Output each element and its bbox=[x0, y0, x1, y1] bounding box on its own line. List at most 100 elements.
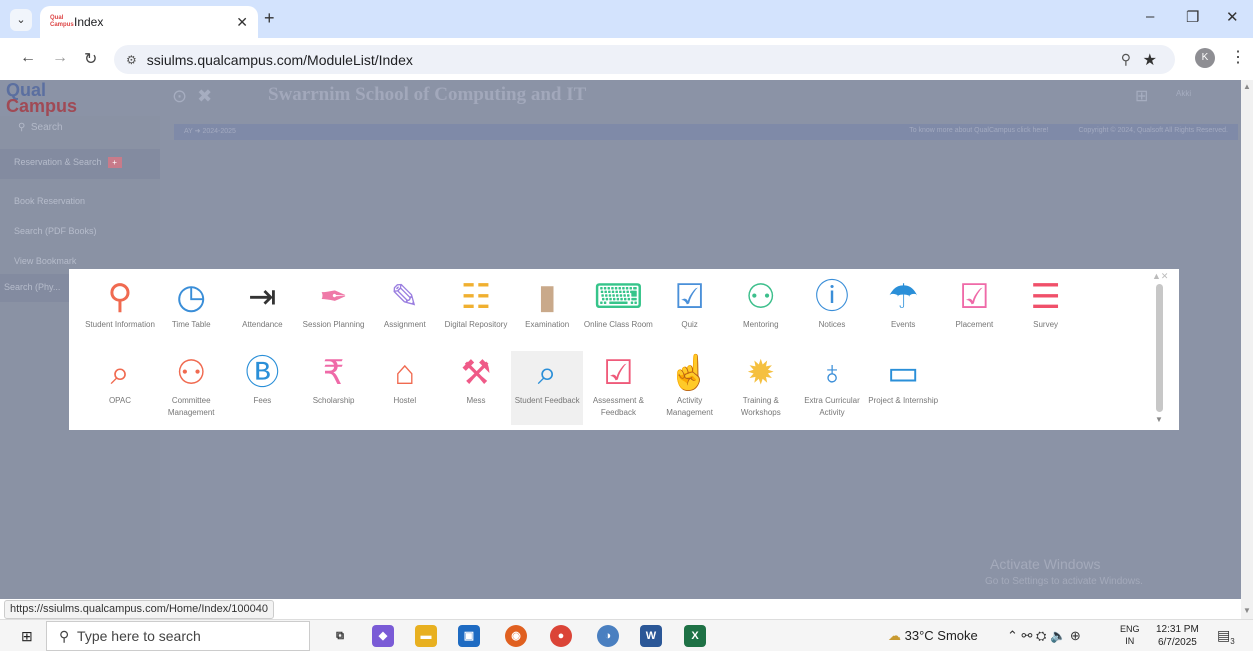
excel-icon[interactable]: X bbox=[684, 625, 706, 647]
modal-scroll-down-icon[interactable]: ▼ bbox=[1155, 415, 1163, 424]
app-assignment[interactable]: ✎ Assignment bbox=[369, 275, 441, 349]
copilot-icon[interactable]: ◆ bbox=[372, 625, 394, 647]
app-committee-management[interactable]: ⚇ Committee Management bbox=[155, 351, 227, 425]
app-survey[interactable]: ☰ Survey bbox=[1010, 275, 1082, 349]
sidebar-item-search-pdf-books[interactable]: Search (PDF Books) bbox=[14, 226, 97, 236]
tab-search-dropdown-icon[interactable]: ⌄ bbox=[10, 9, 32, 31]
menu-kebab-icon[interactable]: ⋮ bbox=[1230, 47, 1246, 67]
forward-icon[interactable]: → bbox=[52, 49, 68, 67]
laptop-icon: ▭ bbox=[887, 354, 920, 392]
app-label: Assignment bbox=[383, 320, 426, 329]
site-info-icon[interactable]: ⚙ bbox=[126, 53, 137, 67]
app-online-class-room[interactable]: ⌨ Online Class Room bbox=[582, 275, 654, 349]
app-mess[interactable]: ⚒ Mess bbox=[440, 351, 512, 425]
notification-icon[interactable]: ▤3 bbox=[1217, 627, 1235, 646]
app-examination[interactable]: ▮ Examination bbox=[511, 275, 583, 349]
app-scholarship[interactable]: ₹ Scholarship bbox=[298, 351, 370, 425]
add-badge[interactable]: + bbox=[107, 157, 122, 168]
app-project-internship[interactable]: ▭ Project & Internship bbox=[867, 351, 939, 425]
sidebar-item-view-bookmark[interactable]: View Bookmark bbox=[14, 256, 76, 266]
chrome-profile-icon[interactable]: ◑ bbox=[597, 625, 619, 647]
bookmark-star-icon[interactable]: ★ bbox=[1143, 50, 1157, 70]
academic-year: AY ➜ 2024-2025 bbox=[184, 128, 236, 135]
modal-close-icon[interactable]: ▲✕ bbox=[1152, 271, 1168, 282]
app-label: Examination bbox=[525, 320, 570, 329]
app-extra-curricular-activity[interactable]: ♁ Extra Curricular Activity bbox=[796, 351, 868, 425]
tab-title: Index bbox=[74, 15, 104, 29]
back-icon[interactable]: ← bbox=[20, 49, 36, 67]
reload-icon[interactable]: ↻ bbox=[84, 49, 97, 69]
system-tray[interactable]: ⌃ ⚯ ⛭ 🔈 ⊕ bbox=[1007, 628, 1081, 644]
activate-windows-title: Activate Windows bbox=[990, 556, 1101, 572]
apps-grid-icon[interactable]: ⊞ bbox=[1135, 86, 1148, 106]
app-student-feedback[interactable]: ⌕ Student Feedback bbox=[511, 351, 584, 425]
info-bar: AY ➜ 2024-2025 To know more about QualCa… bbox=[174, 124, 1238, 140]
restore-icon[interactable]: ❐ bbox=[1186, 8, 1199, 26]
app-placement[interactable]: ☑ Placement bbox=[938, 275, 1010, 349]
new-tab-icon[interactable]: + bbox=[264, 8, 275, 29]
app-label: OPAC bbox=[108, 396, 132, 405]
app-fees[interactable]: Ⓑ Fees bbox=[226, 351, 298, 425]
close-tab-icon[interactable]: ✕ bbox=[236, 14, 248, 31]
tab-strip: ⌄ Qual Campus Index ✕ + – ❐ ✕ bbox=[0, 0, 1253, 38]
app-label: Training & Workshops bbox=[740, 396, 781, 417]
app-label: Activity Management bbox=[666, 396, 713, 417]
sidebar-item-reservation-search[interactable]: Reservation & Search + bbox=[0, 149, 160, 179]
app-hostel[interactable]: ⌂ Hostel bbox=[369, 351, 441, 425]
group-icon: ⚇ bbox=[175, 354, 207, 392]
app-label: Time Table bbox=[171, 320, 211, 329]
app-assessment-feedback[interactable]: ☑ Assessment & Feedback bbox=[582, 351, 654, 425]
chrome-icon[interactable]: ● bbox=[550, 625, 572, 647]
exclamation-icon: ⓘ bbox=[815, 278, 849, 316]
scroll-down-icon[interactable]: ▼ bbox=[1243, 606, 1251, 615]
weather-widget[interactable]: ☁ 33°C Smoke bbox=[888, 628, 978, 644]
zoom-icon[interactable]: ⚲ bbox=[1121, 51, 1131, 68]
app-label: Student Information bbox=[85, 320, 155, 329]
modal-scrollbar[interactable] bbox=[1156, 284, 1163, 412]
app-session-planning[interactable]: ✒ Session Planning bbox=[298, 275, 370, 349]
app-label: Events bbox=[890, 320, 916, 329]
firefox-icon[interactable]: ◉ bbox=[505, 625, 527, 647]
header-toggle-icons[interactable]: ⊙ ✖ bbox=[172, 86, 212, 107]
know-more-link[interactable]: To know more about QualCampus click here… bbox=[909, 127, 1048, 137]
app-attendance[interactable]: ⇥ Attendance bbox=[226, 275, 298, 349]
language-indicator[interactable]: ENG IN bbox=[1120, 623, 1140, 647]
status-url: https://ssiulms.qualcampus.com/Home/Inde… bbox=[4, 600, 275, 619]
rupee-icon: ₹ bbox=[322, 354, 345, 392]
address-bar[interactable]: ⚙ ssiulms.qualcampus.com/ModuleList/Inde… bbox=[114, 45, 1175, 74]
taskbar-search[interactable]: ⚲ Type here to search bbox=[46, 621, 310, 651]
file-explorer-icon[interactable]: ▬ bbox=[415, 625, 437, 647]
word-icon[interactable]: W bbox=[640, 625, 662, 647]
app-label: Project & Internship bbox=[868, 396, 939, 405]
app-time-table[interactable]: ◷ Time Table bbox=[155, 275, 227, 349]
browser-tab[interactable]: Qual Campus Index ✕ bbox=[40, 6, 258, 38]
app-events[interactable]: ☂ Events bbox=[867, 275, 939, 349]
profile-avatar[interactable]: K bbox=[1195, 48, 1215, 68]
person-icon: ⚲ bbox=[107, 278, 133, 316]
app-digital-repository[interactable]: ☷ Digital Repository bbox=[440, 275, 512, 349]
app-label: Digital Repository bbox=[444, 320, 508, 329]
user-name[interactable]: Akki bbox=[1176, 89, 1191, 98]
app-student-information[interactable]: ⚲ Student Information bbox=[84, 275, 156, 349]
task-view-icon[interactable]: ⧉ bbox=[329, 625, 351, 647]
store-icon[interactable]: ▣ bbox=[458, 625, 480, 647]
app-label: Attendance bbox=[242, 320, 283, 329]
document-icon: ☷ bbox=[460, 278, 492, 316]
clock[interactable]: 12:31 PM 6/7/2025 bbox=[1156, 623, 1199, 649]
app-quiz[interactable]: ☑ Quiz bbox=[654, 275, 726, 349]
scroll-up-icon[interactable]: ▲ bbox=[1243, 82, 1251, 91]
sidebar-search[interactable]: ⚲ Search bbox=[0, 116, 160, 144]
sidebar-item-book-reservation[interactable]: Book Reservation bbox=[14, 196, 85, 206]
school-title: Swarrnim School of Computing and IT bbox=[268, 84, 587, 105]
app-opac[interactable]: ⌕ OPAC bbox=[84, 351, 156, 425]
qualcampus-logo[interactable]: Qual Campus bbox=[6, 81, 77, 115]
close-window-icon[interactable]: ✕ bbox=[1226, 8, 1239, 26]
windows-start-icon[interactable]: ⊞ bbox=[21, 628, 33, 645]
app-notices[interactable]: ⓘ Notices bbox=[796, 275, 868, 349]
page-scrollbar[interactable]: ▲ ▼ bbox=[1241, 80, 1253, 619]
app-mentoring[interactable]: ⚇ Mentoring bbox=[725, 275, 797, 349]
minimize-icon[interactable]: – bbox=[1146, 8, 1154, 25]
app-activity-management[interactable]: ☝ Activity Management bbox=[654, 351, 726, 425]
url-text: ssiulms.qualcampus.com/ModuleList/Index bbox=[146, 51, 413, 68]
app-training-workshops[interactable]: ✹ Training & Workshops bbox=[725, 351, 797, 425]
